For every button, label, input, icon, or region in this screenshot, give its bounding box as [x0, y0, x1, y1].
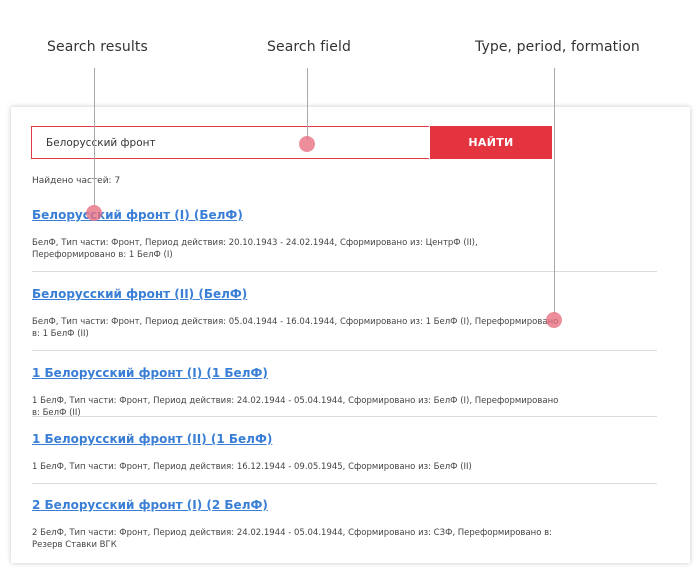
- divider: [32, 483, 657, 484]
- result-link[interactable]: 2 Белорусский фронт (I) (2 БелФ): [32, 498, 658, 512]
- list-item: 1 Белорусский фронт (II) (1 БелФ) 1 БелФ…: [32, 432, 658, 473]
- marker-dot-search-results: [86, 205, 102, 221]
- search-button[interactable]: НАЙТИ: [430, 126, 552, 159]
- result-description: БелФ, Тип части: Фронт, Период действия:…: [32, 317, 559, 339]
- list-item: 1 Белорусский фронт (I) (1 БелФ) 1 БелФ,…: [32, 366, 658, 419]
- callout-line-search-field: [307, 68, 308, 140]
- result-description: БелФ, Тип части: Фронт, Период действия:…: [32, 238, 478, 260]
- marker-dot-search-field: [299, 136, 315, 152]
- divider: [32, 416, 657, 417]
- callout-line-search-results: [94, 68, 95, 206]
- result-description: 2 БелФ, Тип части: Фронт, Период действи…: [32, 528, 552, 550]
- marker-dot-type-period-formation: [546, 312, 562, 328]
- divider: [32, 350, 657, 351]
- callout-search-results: Search results: [47, 39, 148, 55]
- callout-line-type-period-formation: [554, 68, 555, 314]
- result-link[interactable]: Белорусский фронт (II) (БелФ): [32, 287, 658, 301]
- search-input[interactable]: Белорусский фронт: [31, 126, 429, 159]
- callout-type-period-formation: Type, period, formation: [475, 39, 640, 55]
- result-link[interactable]: 1 Белорусский фронт (I) (1 БелФ): [32, 366, 658, 380]
- callout-search-field: Search field: [267, 39, 351, 55]
- search-input-value: Белорусский фронт: [46, 136, 156, 149]
- divider: [32, 271, 657, 272]
- list-item: Белорусский фронт (I) (БелФ) БелФ, Тип ч…: [32, 208, 658, 261]
- list-item: 2 Белорусский фронт (I) (2 БелФ) 2 БелФ,…: [32, 498, 658, 551]
- search-panel: Белорусский фронт НАЙТИ Найдено частей: …: [11, 107, 690, 563]
- result-description: 1 БелФ, Тип части: Фронт, Период действи…: [32, 462, 472, 472]
- list-item: Белорусский фронт (II) (БелФ) БелФ, Тип …: [32, 287, 658, 340]
- result-link[interactable]: 1 Белорусский фронт (II) (1 БелФ): [32, 432, 658, 446]
- results-count: Найдено частей: 7: [32, 176, 121, 186]
- result-link[interactable]: Белорусский фронт (I) (БелФ): [32, 208, 658, 222]
